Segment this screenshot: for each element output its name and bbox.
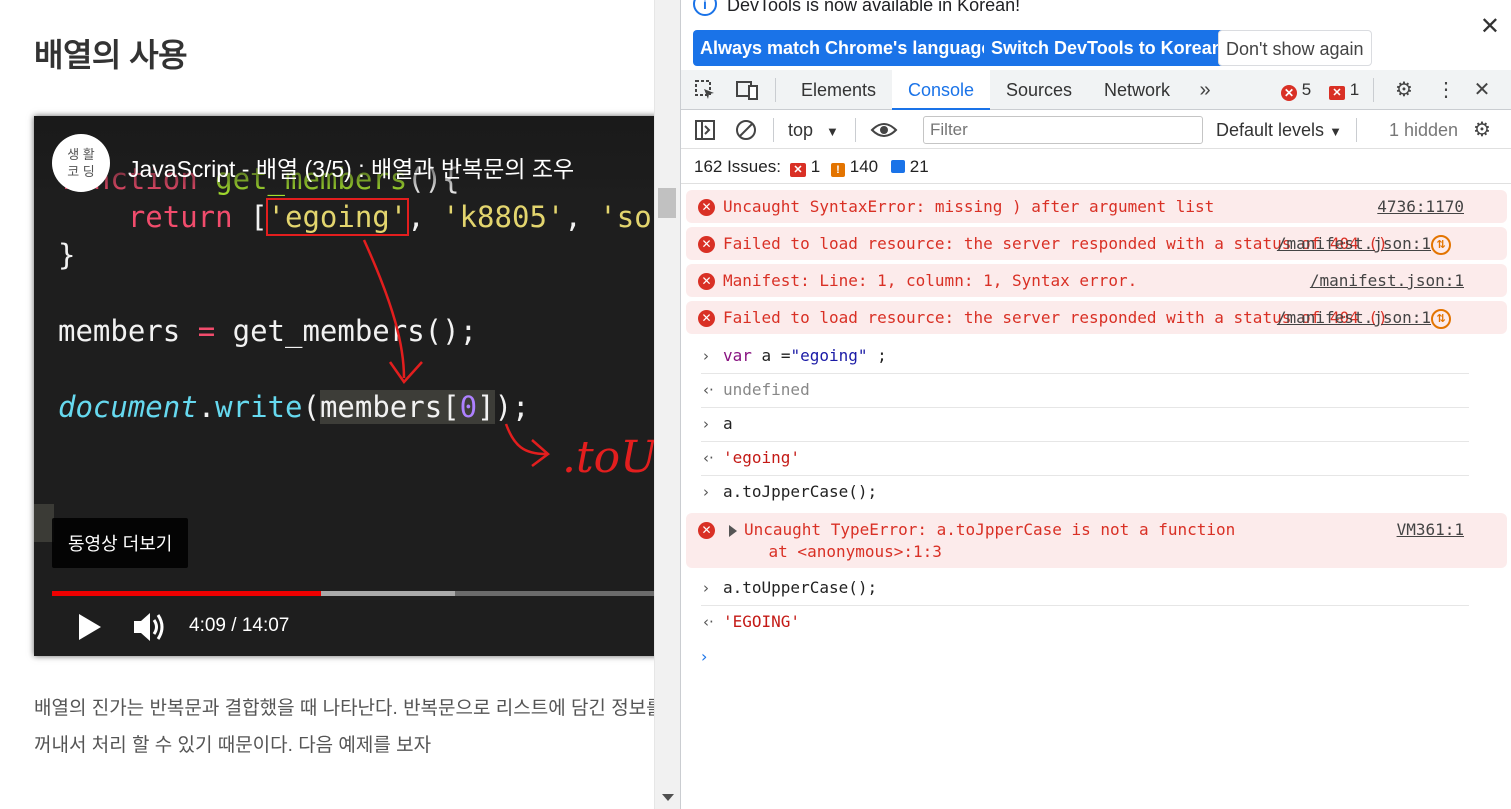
output-chevron-icon: ‹·: [703, 449, 714, 467]
always-match-language-button[interactable]: Always match Chrome's language: [693, 30, 999, 66]
issues-warnings[interactable]: ! 140: [831, 157, 878, 177]
console-error: ✕ Manifest: Line: 1, column: 1, Syntax e…: [686, 264, 1507, 297]
console-settings-gear-icon[interactable]: ⚙: [1470, 118, 1494, 142]
infobar-message: DevTools is now available in Korean!: [727, 0, 1021, 15]
console-error: ✕ Uncaught SyntaxError: missing ) after …: [686, 190, 1507, 223]
input-chevron-icon: ›: [703, 347, 709, 365]
issue-warning-icon: !: [831, 163, 845, 177]
video-player[interactable]: function get_members(){ return ['egoing'…: [34, 116, 654, 656]
page-scrollbar[interactable]: [654, 0, 680, 809]
clear-console-icon[interactable]: [734, 118, 758, 142]
devtools-panel: i DevTools is now available in Korean! ✕…: [680, 0, 1511, 809]
input-chevron-icon: ›: [703, 483, 709, 501]
progress-bar[interactable]: [52, 591, 654, 596]
live-expression-eye-icon[interactable]: [870, 118, 898, 142]
console-output: ‹·'egoing': [701, 442, 1469, 476]
console-output: ‹· 'EGOING': [703, 612, 801, 631]
network-request-icon[interactable]: ⇅: [1431, 309, 1451, 329]
separator: [855, 118, 856, 142]
settings-gear-icon[interactable]: ⚙: [1392, 78, 1416, 102]
log-levels-dropdown[interactable]: Default levels ▼: [1216, 120, 1342, 141]
separator: [1356, 118, 1357, 142]
volume-icon[interactable]: [132, 610, 168, 644]
source-link[interactable]: /manifest.json:1: [1277, 233, 1431, 255]
input-chevron-icon: ›: [703, 415, 709, 433]
web-page: 배열의 사용 function get_members(){ return ['…: [0, 0, 654, 809]
dropdown-arrow-icon: ▼: [1329, 124, 1342, 139]
source-link[interactable]: 4736:1170: [1377, 196, 1464, 218]
error-icon: ✕: [698, 273, 715, 290]
network-request-icon[interactable]: ⇅: [1431, 235, 1451, 255]
video-time: 4:09 / 14:07: [189, 615, 290, 636]
source-link[interactable]: /manifest.json:1: [1277, 307, 1431, 329]
console-toolbar: top ▼ Default levels ▼ 1 hidden ⚙: [681, 111, 1511, 149]
dont-show-again-button[interactable]: Don't show again: [1218, 30, 1372, 66]
console-input: › a.toJpperCase();: [703, 482, 878, 501]
info-icon: i: [693, 0, 717, 16]
switch-to-korean-button[interactable]: Switch DevTools to Korean: [984, 30, 1230, 66]
error-icon: ✕: [1281, 85, 1297, 101]
device-toolbar-icon[interactable]: [735, 78, 759, 102]
issues-errors[interactable]: ✕ 1: [790, 157, 820, 177]
channel-logo[interactable]: 생 활 코 딩: [52, 134, 110, 192]
error-count-badge[interactable]: ✕ 5: [1281, 80, 1311, 101]
kebab-menu-icon[interactable]: ⋮: [1434, 78, 1458, 102]
console-output: ‹· undefined: [701, 374, 1469, 408]
prompt-chevron-icon: ›: [701, 647, 708, 666]
issue-error-icon: ✕: [1329, 86, 1345, 100]
annotation-text: .toUp: [562, 432, 654, 483]
expand-triangle-icon: [729, 525, 737, 537]
warning-count-badge[interactable]: ✕ 1: [1329, 80, 1359, 100]
console-input: › var a ="egoing" ;: [701, 340, 1469, 374]
issues-label: 162 Issues:: [694, 157, 781, 176]
tab-console[interactable]: Console: [892, 70, 991, 110]
console-error: ✕ Failed to load resource: the server re…: [686, 227, 1507, 260]
separator: [775, 78, 776, 102]
video-title[interactable]: JavaScript - 배열 (3/5) : 배열과 반복문의 조우: [128, 150, 574, 184]
console-prompt[interactable]: ›: [701, 639, 1511, 674]
output-chevron-icon: ‹·: [703, 381, 714, 399]
play-icon[interactable]: [74, 612, 104, 642]
page-title: 배열의 사용: [34, 37, 188, 73]
inspect-element-icon[interactable]: [693, 78, 717, 102]
source-link[interactable]: /manifest.json:1: [1310, 270, 1464, 292]
filter-input[interactable]: [923, 116, 1203, 144]
close-icon[interactable]: ✕: [1480, 12, 1500, 41]
error-icon: ✕: [698, 522, 715, 539]
close-devtools-icon[interactable]: ✕: [1470, 78, 1494, 102]
input-chevron-icon: ›: [703, 579, 709, 597]
issues-info[interactable]: 21: [891, 157, 929, 177]
console-error[interactable]: ✕ Uncaught TypeError: a.toJpperCase is n…: [686, 513, 1507, 568]
language-infobar: i DevTools is now available in Korean! ✕…: [681, 0, 1511, 70]
console-input: › a.toUpperCase();: [701, 572, 1469, 606]
issues-bar[interactable]: 162 Issues: ✕ 1 ! 140 21: [681, 150, 1511, 184]
error-icon: ✕: [698, 199, 715, 216]
separator: [773, 118, 774, 142]
more-tabs-icon[interactable]: »: [1193, 78, 1217, 102]
tab-elements[interactable]: Elements: [785, 70, 892, 110]
console-input: › a: [701, 408, 1469, 442]
devtools-tabbar: Elements Console Sources Network » ✕ 5 ✕…: [681, 70, 1511, 110]
separator: [1373, 78, 1374, 102]
scrollbar-thumb[interactable]: [658, 188, 676, 218]
output-chevron-icon: ‹·: [703, 613, 714, 631]
dropdown-arrow-icon: ▼: [826, 124, 839, 139]
issue-error-icon: ✕: [790, 163, 806, 177]
source-link[interactable]: VM361:1: [1397, 519, 1464, 541]
issue-info-icon: [891, 160, 905, 173]
scroll-down-arrow-icon[interactable]: [662, 794, 674, 801]
tab-sources[interactable]: Sources: [990, 70, 1088, 110]
hidden-count: 1 hidden: [1389, 120, 1459, 140]
sidebar-toggle-icon[interactable]: [693, 118, 717, 142]
tab-network[interactable]: Network: [1088, 70, 1186, 110]
error-icon: ✕: [698, 310, 715, 327]
more-videos-button[interactable]: 동영상 더보기: [52, 518, 189, 568]
error-icon: ✕: [698, 236, 715, 253]
handwritten-arrows: .toUp: [362, 239, 654, 483]
console-messages: ✕ Uncaught SyntaxError: missing ) after …: [681, 186, 1511, 674]
context-selector[interactable]: top ▼: [788, 120, 839, 141]
article-paragraph: 배열의 진가는 반복문과 결합했을 때 나타난다. 반복문으로 리스트에 담긴 …: [34, 698, 654, 756]
progress-played: [52, 591, 321, 596]
console-error: ✕ Failed to load resource: the server re…: [686, 301, 1507, 334]
